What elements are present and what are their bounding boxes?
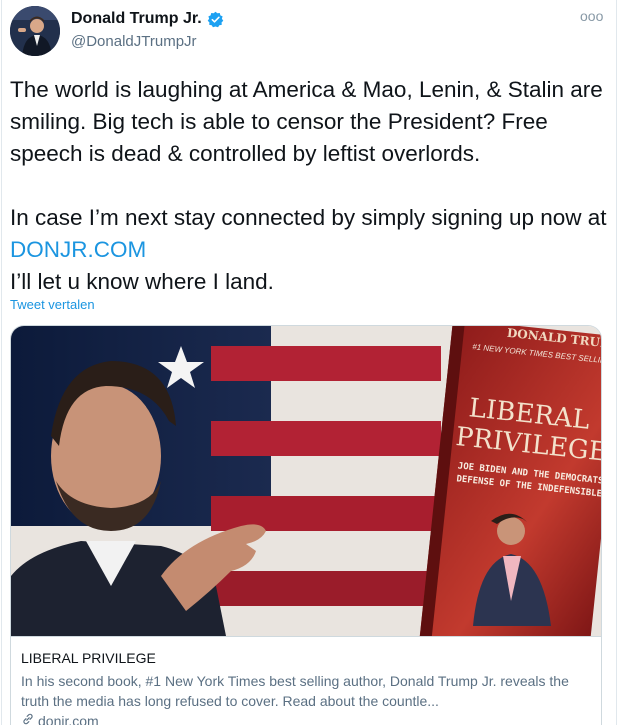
tweet-paragraph-2: In case I’m next stay connected by simpl… — [10, 202, 610, 266]
card-title: LIBERAL PRIVILEGE — [21, 650, 156, 666]
author-handle[interactable]: @DonaldJTrumpJr — [71, 33, 197, 50]
tweet-container: Donald Trump Jr. @DonaldJTrumpJr ooo The… — [1, 0, 617, 725]
tweet-text: The world is laughing at America & Mao, … — [10, 74, 610, 298]
translate-tweet-link[interactable]: Tweet vertalen — [10, 297, 95, 312]
link-preview-card[interactable]: DONALD TRUMP #1 NEW YORK TIMES BEST SELL… — [10, 325, 602, 725]
tweet-paragraph-3: I’ll let u know where I land. — [10, 269, 274, 294]
card-image: DONALD TRUMP #1 NEW YORK TIMES BEST SELL… — [11, 326, 601, 636]
card-meta: LIBERAL PRIVILEGE In his second book, #1… — [11, 636, 601, 725]
tweet-paragraph-1: The world is laughing at America & Mao, … — [10, 77, 603, 166]
donjr-link[interactable]: DONJR.COM — [10, 237, 146, 262]
link-icon — [21, 712, 35, 725]
card-image-graphic: DONALD TRUMP #1 NEW YORK TIMES BEST SELL… — [11, 326, 601, 636]
card-description: In his second book, #1 New York Times be… — [21, 673, 569, 709]
author-name-row: Donald Trump Jr. — [71, 10, 224, 28]
more-options-icon[interactable]: ooo — [580, 8, 603, 24]
tweet-paragraph-2-text: In case I’m next stay connected by simpl… — [10, 205, 607, 230]
profile-photo-icon — [10, 6, 60, 56]
author-name[interactable]: Donald Trump Jr. — [71, 10, 202, 28]
verified-badge-icon — [207, 11, 224, 28]
card-domain-text: donjr.com — [38, 712, 99, 725]
card-domain: donjr.com — [21, 712, 99, 725]
author-avatar[interactable] — [10, 6, 60, 56]
